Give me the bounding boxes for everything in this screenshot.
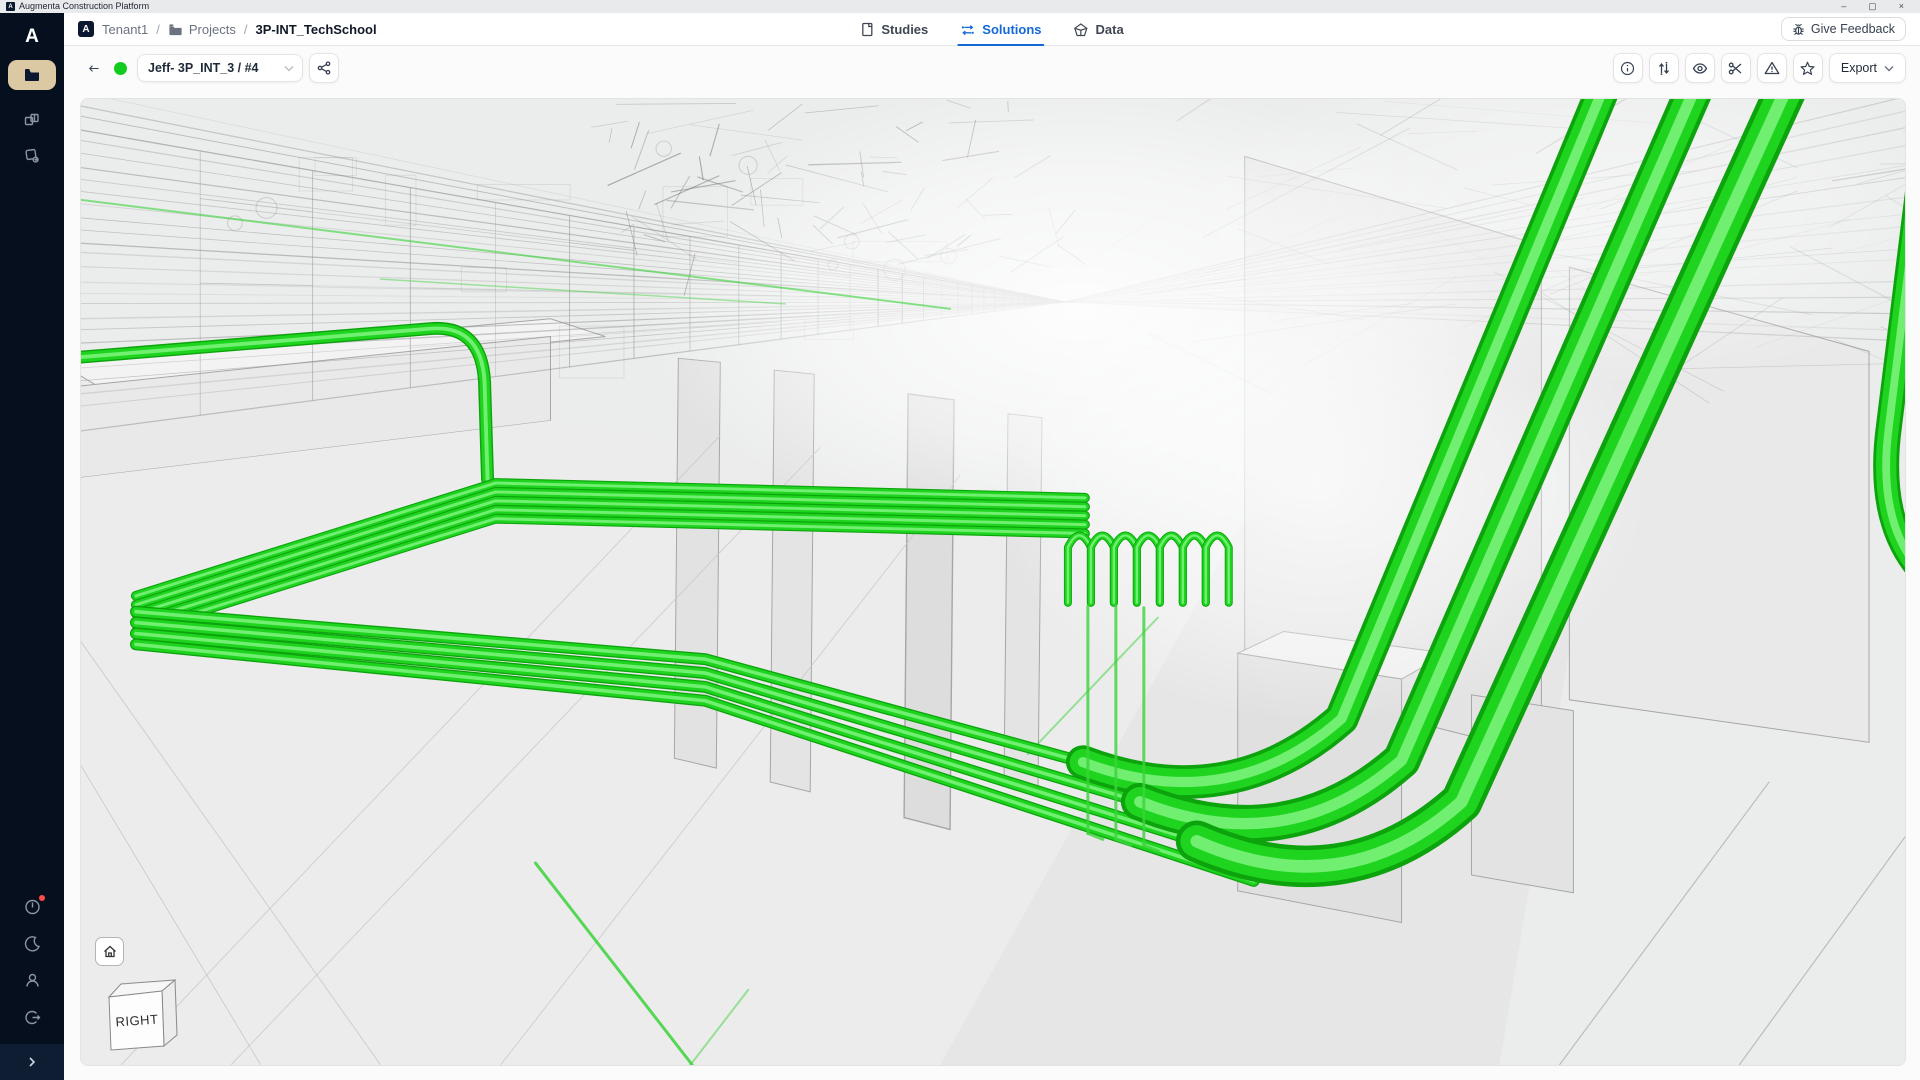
home-view-button[interactable] (95, 937, 124, 966)
share-button[interactable] (309, 53, 339, 83)
sidebar-bottom-group (23, 888, 42, 1036)
tab-studies-label: Studies (881, 22, 928, 37)
user-icon (23, 971, 42, 990)
breadcrumb-projects-label: Projects (189, 22, 236, 37)
bug-icon (1792, 23, 1805, 36)
sidebar-item-projects[interactable] (8, 60, 56, 90)
app-header: A Tenant1 / Projects / 3P-INT_TechSchool… (64, 13, 1920, 46)
sidebar-item-account[interactable] (23, 971, 42, 990)
viewer-toolbar: Jeff- 3P_INT_3 / #4 (64, 46, 1920, 90)
back-button[interactable] (82, 56, 106, 80)
solution-selector-value: Jeff- 3P_INT_3 / #4 (148, 61, 258, 75)
sidebar-item-studies[interactable] (23, 147, 41, 165)
app-icon: A (6, 2, 15, 11)
view-cube[interactable]: RIGHT (97, 977, 189, 1061)
solution-selector-dropdown[interactable]: Jeff- 3P_INT_3 / #4 (137, 54, 303, 82)
breadcrumb-current-project: 3P-INT_TechSchool (255, 22, 376, 37)
warning-triangle-icon (1764, 61, 1780, 75)
sidebar-expand-button[interactable] (0, 1044, 64, 1080)
arrow-left-icon (88, 61, 100, 76)
3d-viewport[interactable]: RIGHT (80, 98, 1906, 1066)
swap-vertical-icon (1657, 61, 1671, 76)
tab-solutions-label: Solutions (982, 22, 1041, 37)
toolbar-right-group: Export (1607, 53, 1906, 83)
3d-viewport-scene[interactable] (81, 99, 1905, 1065)
document-icon (860, 22, 874, 37)
folder-icon (168, 22, 183, 37)
view-cube-label: RIGHT (115, 1012, 159, 1030)
breadcrumb-tenant[interactable]: Tenant1 (102, 22, 148, 37)
moon-icon (23, 934, 42, 953)
favorite-button[interactable] (1793, 53, 1823, 83)
modules-grid-icon (23, 111, 41, 129)
visibility-button[interactable] (1685, 53, 1715, 83)
restore-button[interactable]: ▢ (1868, 1, 1877, 12)
solutions-flow-icon (960, 23, 975, 37)
tab-solutions[interactable]: Solutions (960, 13, 1041, 46)
compare-button[interactable] (1649, 53, 1679, 83)
folder-icon (23, 66, 41, 84)
window-title: Augmenta Construction Platform (19, 0, 149, 13)
sidebar-item-notifications[interactable] (23, 897, 42, 916)
notification-badge (39, 895, 45, 901)
star-icon (1800, 61, 1815, 76)
tab-data[interactable]: Data (1074, 13, 1124, 46)
tab-data-label: Data (1096, 22, 1124, 37)
tab-studies[interactable]: Studies (860, 13, 928, 46)
chevron-right-icon (26, 1056, 38, 1068)
chevron-down-icon (284, 65, 294, 72)
main-tabs: Studies Solutions Data (860, 13, 1123, 46)
sidebar-item-theme[interactable] (23, 934, 42, 953)
window-controls: – ▢ × (1841, 1, 1914, 12)
close-button[interactable]: × (1899, 1, 1904, 12)
section-cut-button[interactable] (1721, 53, 1751, 83)
minimize-button[interactable]: – (1841, 1, 1846, 12)
give-feedback-label: Give Feedback (1811, 22, 1895, 36)
info-button[interactable] (1613, 53, 1643, 83)
study-flask-icon (23, 147, 41, 165)
sidebar: A (0, 13, 64, 1080)
home-icon (103, 945, 117, 958)
chevron-down-icon (1884, 65, 1894, 72)
os-titlebar: A Augmenta Construction Platform – ▢ × (0, 0, 1920, 13)
export-label: Export (1841, 61, 1877, 75)
breadcrumb-projects[interactable]: Projects (168, 22, 236, 37)
eye-icon (1692, 62, 1708, 75)
solution-status-dot (114, 62, 127, 75)
info-icon (1620, 61, 1635, 76)
sidebar-item-logout[interactable] (23, 1008, 42, 1027)
tenant-logo: A (78, 21, 94, 37)
view-cube-side-face[interactable] (162, 980, 177, 1046)
sidebar-item-modules[interactable] (23, 111, 41, 129)
data-gem-icon (1074, 23, 1089, 37)
breadcrumb: A Tenant1 / Projects / 3P-INT_TechSchool (78, 21, 377, 37)
breadcrumb-separator: / (244, 22, 248, 37)
logout-icon (23, 1008, 42, 1027)
breadcrumb-separator: / (156, 22, 160, 37)
share-icon (317, 61, 331, 75)
give-feedback-button[interactable]: Give Feedback (1781, 17, 1906, 41)
export-button[interactable]: Export (1829, 53, 1906, 83)
warnings-button[interactable] (1757, 53, 1787, 83)
scissors-icon (1728, 61, 1743, 76)
sidebar-logo: A (25, 26, 39, 48)
